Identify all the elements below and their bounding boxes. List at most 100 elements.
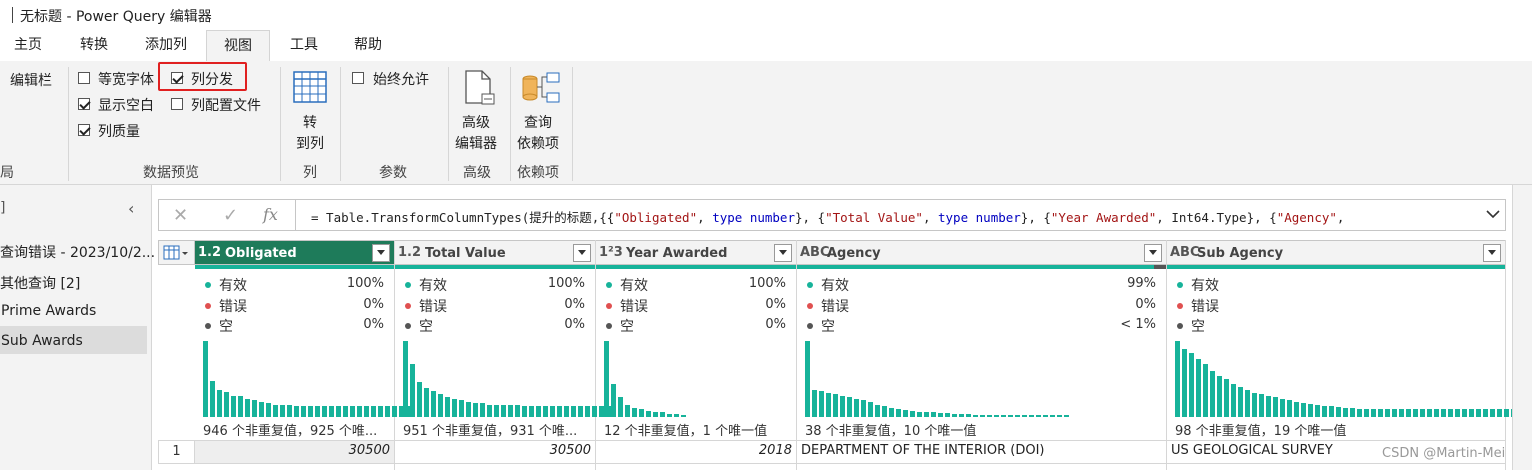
quality-dot-icon xyxy=(807,303,813,309)
distribution-bar xyxy=(1336,407,1341,417)
column-filter-dropdown-icon[interactable] xyxy=(1144,244,1162,262)
distribution-bar xyxy=(1329,406,1334,417)
tab-help[interactable]: 帮助 xyxy=(342,30,394,61)
distribution-bar xyxy=(371,406,376,417)
distribution-bar xyxy=(403,341,408,417)
column-filter-dropdown-icon[interactable] xyxy=(1483,244,1501,262)
distribution-bar xyxy=(966,414,971,417)
column-header[interactable]: 1.2 Total Value xyxy=(395,240,595,265)
query-item-sub-awards[interactable]: Sub Awards xyxy=(1,333,83,349)
query-item-errors[interactable]: 查询错误 - 2023/10/2... xyxy=(0,242,155,262)
distribution-bar xyxy=(378,406,383,417)
query-item-prime-awards[interactable]: Prime Awards xyxy=(1,303,96,319)
quality-dot-icon xyxy=(606,303,612,309)
column-profile-checkbox[interactable] xyxy=(171,98,183,110)
distribution-bar xyxy=(515,405,520,417)
query-dependencies-line2: 依赖项 xyxy=(517,136,559,152)
formula-input[interactable]: = Table.TransformColumnTypes(提升的标题,{{"Ob… xyxy=(311,207,1344,226)
highlight-annotation xyxy=(158,62,247,91)
title-bar: 无标题 - Power Query 编辑器 xyxy=(0,0,1532,30)
column-filter-dropdown-icon[interactable] xyxy=(774,244,792,262)
column-header[interactable]: ABC Agency xyxy=(797,240,1166,265)
cancel-icon[interactable]: ✕ xyxy=(173,205,188,226)
column-type-icon[interactable]: 1.2 xyxy=(398,245,421,260)
cell-value: 30500 xyxy=(348,443,390,458)
column-type-icon[interactable]: ABC xyxy=(1170,245,1200,260)
distribution-bar xyxy=(854,399,859,417)
table-columns-icon xyxy=(293,71,327,103)
column-filter-dropdown-icon[interactable] xyxy=(372,244,390,262)
quality-valid-value: 100% xyxy=(748,276,786,291)
tab-add-column[interactable]: 添加列 xyxy=(136,30,196,61)
column-quality-checkbox[interactable] xyxy=(78,124,90,136)
tab-home[interactable]: 主页 xyxy=(4,30,52,61)
query-group-other[interactable]: 其他查询 [2] xyxy=(0,273,80,293)
distribution-bar xyxy=(1217,376,1222,417)
quality-dot-icon xyxy=(1177,303,1183,309)
quality-empty-value: < 1% xyxy=(1120,317,1156,332)
distribution-bar xyxy=(466,402,471,417)
quality-label: 错误 xyxy=(219,299,247,315)
distribution-bar xyxy=(452,399,457,417)
distribution-bar xyxy=(480,403,485,417)
expand-formula-chevron-icon[interactable] xyxy=(1485,206,1501,222)
formula-bar-toggle[interactable]: 编辑栏 xyxy=(10,70,52,90)
cell-value: DEPARTMENT OF THE INTERIOR (DOI) xyxy=(801,443,1045,458)
distribution-bar xyxy=(322,406,327,417)
distribution-bar xyxy=(308,406,313,417)
distribution-bar xyxy=(1001,415,1006,417)
column-header[interactable]: ABC Sub Agency xyxy=(1167,240,1505,265)
quality-valid: 有效 xyxy=(205,275,247,294)
distribution-bar xyxy=(847,397,852,417)
quality-dot-icon xyxy=(606,282,612,288)
distribution-bar xyxy=(529,406,534,417)
table-menu-button[interactable] xyxy=(158,240,195,265)
distribution-bar xyxy=(459,400,464,417)
monospace-checkbox[interactable] xyxy=(78,72,90,84)
column-type-icon[interactable]: 1²3 xyxy=(599,245,623,260)
distribution-bar xyxy=(1483,409,1488,417)
show-whitespace-label: 显示空白 xyxy=(98,98,154,114)
distribution-bar xyxy=(1490,409,1495,417)
distribution-bar xyxy=(536,406,541,417)
distribution-bar xyxy=(578,406,583,417)
commit-icon[interactable]: ✓ xyxy=(223,205,238,226)
distribution-bar xyxy=(385,406,390,417)
distribution-bar xyxy=(217,390,222,417)
column-header[interactable]: 1.2 Obligated xyxy=(195,240,394,265)
tab-tools[interactable]: 工具 xyxy=(278,30,330,61)
distribution-bar xyxy=(1497,409,1502,417)
distribution-bar xyxy=(280,405,285,417)
tab-transform[interactable]: 转换 xyxy=(68,30,120,61)
collapse-chevron-icon[interactable]: ‹ xyxy=(128,199,134,218)
distribution-bar xyxy=(1476,409,1481,417)
always-allow-checkbox[interactable] xyxy=(352,72,364,84)
distribution-bar xyxy=(1036,415,1041,417)
row-number: 1 xyxy=(158,440,195,464)
column-type-icon[interactable]: 1.2 xyxy=(198,245,221,260)
column-filter-dropdown-icon[interactable] xyxy=(573,244,591,262)
quality-dot-icon xyxy=(1177,323,1183,329)
fx-icon[interactable]: fx xyxy=(263,205,278,224)
query-dependencies-button[interactable]: 查询 依赖项 xyxy=(514,67,568,153)
tab-view[interactable]: 视图 xyxy=(206,30,270,61)
distribution-bar xyxy=(1469,409,1474,417)
columns-group-label: 列 xyxy=(303,165,317,181)
quality-dot-icon xyxy=(405,323,411,329)
go-to-column-button[interactable]: 转 到列 xyxy=(286,67,334,153)
column-total-value: 1.2 Total Value 有效 100% 错误 0% 空 0% 951 个非重复值，931… xyxy=(395,240,611,470)
layout-group-label: 局 xyxy=(0,165,14,181)
column-sub-agency: ABC Sub Agency 有效 错误空 98 个非重复值，19 个唯一值 US GEO… xyxy=(1167,240,1530,470)
show-whitespace-checkbox[interactable] xyxy=(78,98,90,110)
quality-error: 错误 xyxy=(606,296,648,315)
column-name: Sub Agency xyxy=(1197,246,1284,261)
distribution-bar xyxy=(959,414,964,417)
advanced-editor-button[interactable]: 高级 编辑器 xyxy=(452,67,506,153)
distribution-bar xyxy=(329,406,334,417)
column-header[interactable]: 1²3 Year Awarded xyxy=(596,240,796,265)
distribution-bar xyxy=(910,411,915,417)
distribution-bar xyxy=(1252,393,1257,417)
distribution-bar xyxy=(550,406,555,417)
column-type-icon[interactable]: ABC xyxy=(800,245,830,260)
table-icon xyxy=(163,245,188,260)
